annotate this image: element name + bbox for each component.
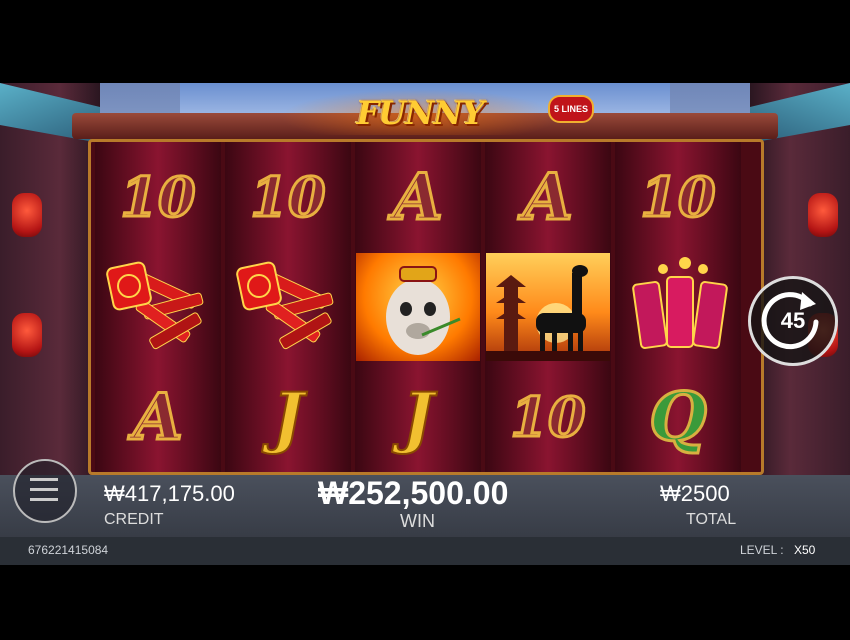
lantern-icon [12,313,42,357]
spin-button[interactable]: 45 [748,276,838,366]
logo-title: FUNNY ALPACA [351,94,490,176]
firecracker-bundle-symbol [95,252,221,362]
hamburger-menu-icon [30,478,58,501]
symbol-10: 10 [95,142,221,252]
symbol-label: A [132,378,185,456]
alpaca-wild-symbol [355,252,481,362]
symbol-a: A [95,362,221,472]
symbol-a: A [355,142,481,252]
session-id: 676221415084 [28,543,109,557]
auto-spin-count: 45 [780,308,806,333]
pagoda-alpaca-icon [486,253,610,361]
reel-column: AJ [355,142,481,472]
symbol-label: 10 [249,164,327,231]
symbol-j: J [225,362,351,472]
level-value: X50 [794,543,816,557]
firecracker-icon [98,255,218,360]
symbol-q: Q [615,362,741,472]
lantern-icon [808,193,838,237]
symbol-label: 10 [639,164,717,231]
lines-badge: 5 LINES [548,95,594,123]
alpaca-face-icon [356,253,480,361]
credit-label: CREDIT [104,511,164,528]
symbol-10: 10 [225,142,351,252]
symbol-label: A [392,158,445,236]
firecracker-bundle-symbol [225,252,351,362]
reel-column: A 10 [485,142,611,472]
symbol-j: J [355,362,481,472]
symbol-label: J [401,377,434,457]
game-scene: FUNNY ALPACA 5 LINES 10A10JAJA1010Q 45 ₩… [0,83,850,565]
symbol-label: J [271,377,304,457]
reel-column: 10 A [95,142,221,472]
symbol-label: A [522,158,575,236]
reel-column: 10 Q [615,142,741,472]
credit-value: ₩417,175.00 [104,481,235,506]
alpaca-scatter-symbol [485,252,611,362]
symbol-a: A [485,142,611,252]
firecracker-icon [623,255,733,360]
firecracker-icon [228,255,348,360]
win-value: ₩252,500.00 [318,475,509,511]
symbol-10: 10 [485,362,611,472]
reel-column: 10 J [225,142,351,472]
menu-button[interactable] [13,459,77,523]
total-label: TOTAL [686,511,737,528]
level-label: LEVEL : [740,543,784,557]
lantern-icon [12,193,42,237]
symbol-label: 10 [509,384,587,451]
reel-grid: 10 A 10 J A J A 10 10 Q [88,139,764,475]
game-logo: FUNNY ALPACA 5 LINES [280,87,594,176]
firecracker-sticks-symbol [615,252,741,362]
win-label: WIN [400,511,435,531]
symbol-label: Q [648,377,708,458]
symbol-label: 10 [119,164,197,231]
symbol-10: 10 [615,142,741,252]
status-bar: 676221415084 LEVEL : X50 [0,537,850,565]
total-value: ₩2500 [660,481,730,506]
